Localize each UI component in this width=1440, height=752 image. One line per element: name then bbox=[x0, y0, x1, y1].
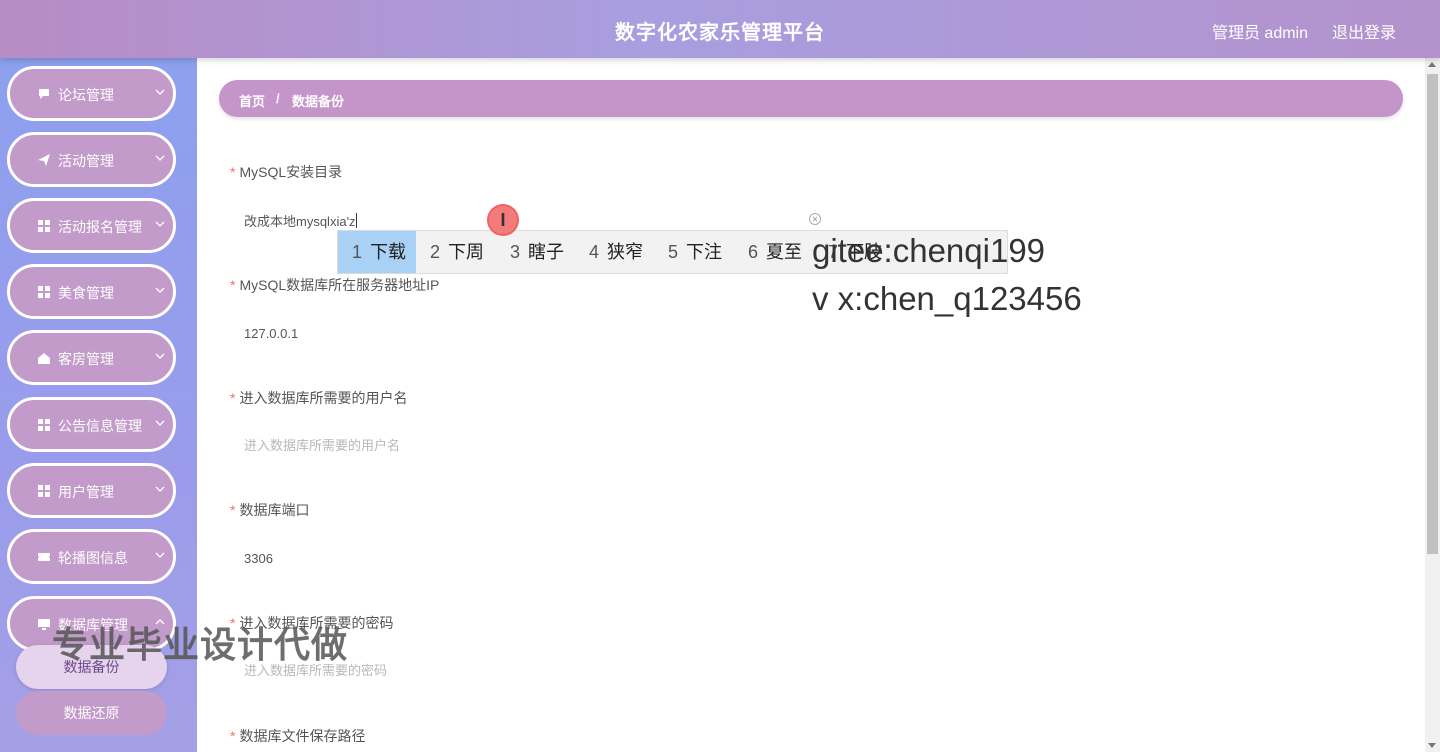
sidebar-item-label: 论坛管理 bbox=[58, 87, 114, 103]
ime-candidate[interactable]: 6 夏至 bbox=[748, 231, 802, 273]
sidebar-item-forum[interactable]: 论坛管理 bbox=[7, 66, 176, 121]
db-username-input[interactable]: 进入数据库所需要的用户名 bbox=[244, 432, 824, 460]
scroll-down-icon[interactable] bbox=[1428, 743, 1436, 748]
text-caret bbox=[355, 213, 357, 228]
ime-candidate[interactable]: 4 狭窄 bbox=[589, 231, 643, 273]
breadcrumb-home[interactable]: 首页 bbox=[239, 91, 265, 110]
sidebar-item-label: 活动管理 bbox=[58, 153, 114, 169]
watermark-wechat: v x:chen_q123456 bbox=[812, 280, 1082, 317]
sidebar-item-activity-signup[interactable]: 活动报名管理 bbox=[7, 198, 176, 253]
grid-icon bbox=[38, 220, 50, 232]
grid-icon bbox=[38, 419, 50, 431]
scrollbar-thumb[interactable] bbox=[1427, 74, 1438, 554]
ime-candidate[interactable]: 5 下注 bbox=[668, 231, 722, 273]
ime-candidate[interactable]: 3 瞎子 bbox=[510, 231, 564, 273]
grid-icon bbox=[38, 485, 50, 497]
chevron-down-icon bbox=[155, 486, 165, 492]
sidebar-item-rooms[interactable]: 客房管理 bbox=[7, 330, 176, 385]
chevron-down-icon bbox=[155, 552, 165, 558]
chevron-down-icon bbox=[155, 89, 165, 95]
chevron-down-icon bbox=[155, 353, 165, 359]
ticket-icon bbox=[38, 553, 50, 561]
chevron-down-icon bbox=[155, 287, 165, 293]
chevron-down-icon bbox=[155, 221, 165, 227]
breadcrumb-current: 数据备份 bbox=[292, 94, 345, 109]
sidebar-item-label: 客房管理 bbox=[58, 351, 114, 367]
sidebar-item-notices[interactable]: 公告信息管理 bbox=[7, 397, 176, 452]
logout-link[interactable]: 退出登录 bbox=[1332, 19, 1396, 43]
sidebar-item-label: 用户管理 bbox=[58, 484, 114, 500]
scroll-up-icon[interactable] bbox=[1428, 62, 1436, 67]
sidebar-item-label: 轮播图信息 bbox=[58, 550, 128, 566]
db-port-label: * 数据库端口 bbox=[230, 502, 310, 518]
sidebar-item-label: 活动报名管理 bbox=[58, 219, 142, 235]
chevron-down-icon bbox=[155, 155, 165, 161]
sidebar-item-label: 美食管理 bbox=[58, 285, 114, 301]
grid-icon bbox=[38, 286, 50, 298]
sidebar-item-label: 公告信息管理 bbox=[58, 418, 142, 434]
chevron-down-icon bbox=[155, 420, 165, 426]
top-header: 数字化农家乐管理平台 管理员 admin 退出登录 bbox=[0, 0, 1440, 58]
sidebar-item-food[interactable]: 美食管理 bbox=[7, 264, 176, 319]
monitor-icon bbox=[38, 619, 50, 630]
watermark-gitee: gitee:chenqi199 bbox=[812, 232, 1046, 269]
clear-icon[interactable] bbox=[808, 212, 822, 226]
sidebar-item-carousel[interactable]: 轮播图信息 bbox=[7, 529, 176, 584]
send-icon bbox=[38, 154, 50, 166]
sidebar-item-users[interactable]: 用户管理 bbox=[7, 463, 176, 518]
breadcrumb-separator: / bbox=[276, 91, 280, 106]
sidebar-item-activity[interactable]: 活动管理 bbox=[7, 132, 176, 187]
backup-path-label: * 数据库文件保存路径 bbox=[230, 728, 366, 744]
house-icon bbox=[38, 353, 50, 364]
db-ip-input[interactable]: 127.0.0.1 bbox=[244, 320, 824, 348]
db-ip-label: * MySQL数据库所在服务器地址IP bbox=[230, 277, 440, 293]
mouse-cursor-indicator: I bbox=[487, 204, 519, 236]
db-username-label: * 进入数据库所需要的用户名 bbox=[230, 390, 408, 406]
ime-candidate[interactable]: 2 下周 bbox=[430, 231, 484, 273]
current-user: 管理员 admin bbox=[1211, 25, 1308, 42]
watermark-ad: 专业毕业设计代做 bbox=[52, 624, 349, 665]
submenu-item-restore[interactable]: 数据还原 bbox=[16, 691, 167, 735]
ime-candidate[interactable]: 1 下载 bbox=[338, 231, 416, 273]
chat-icon bbox=[39, 89, 49, 99]
mysql-dir-label: * MySQL安装目录 bbox=[230, 164, 343, 180]
page-scrollbar[interactable] bbox=[1425, 58, 1440, 752]
breadcrumb: 首页 / 数据备份 bbox=[219, 80, 1403, 117]
db-port-input[interactable]: 3306 bbox=[244, 545, 824, 573]
